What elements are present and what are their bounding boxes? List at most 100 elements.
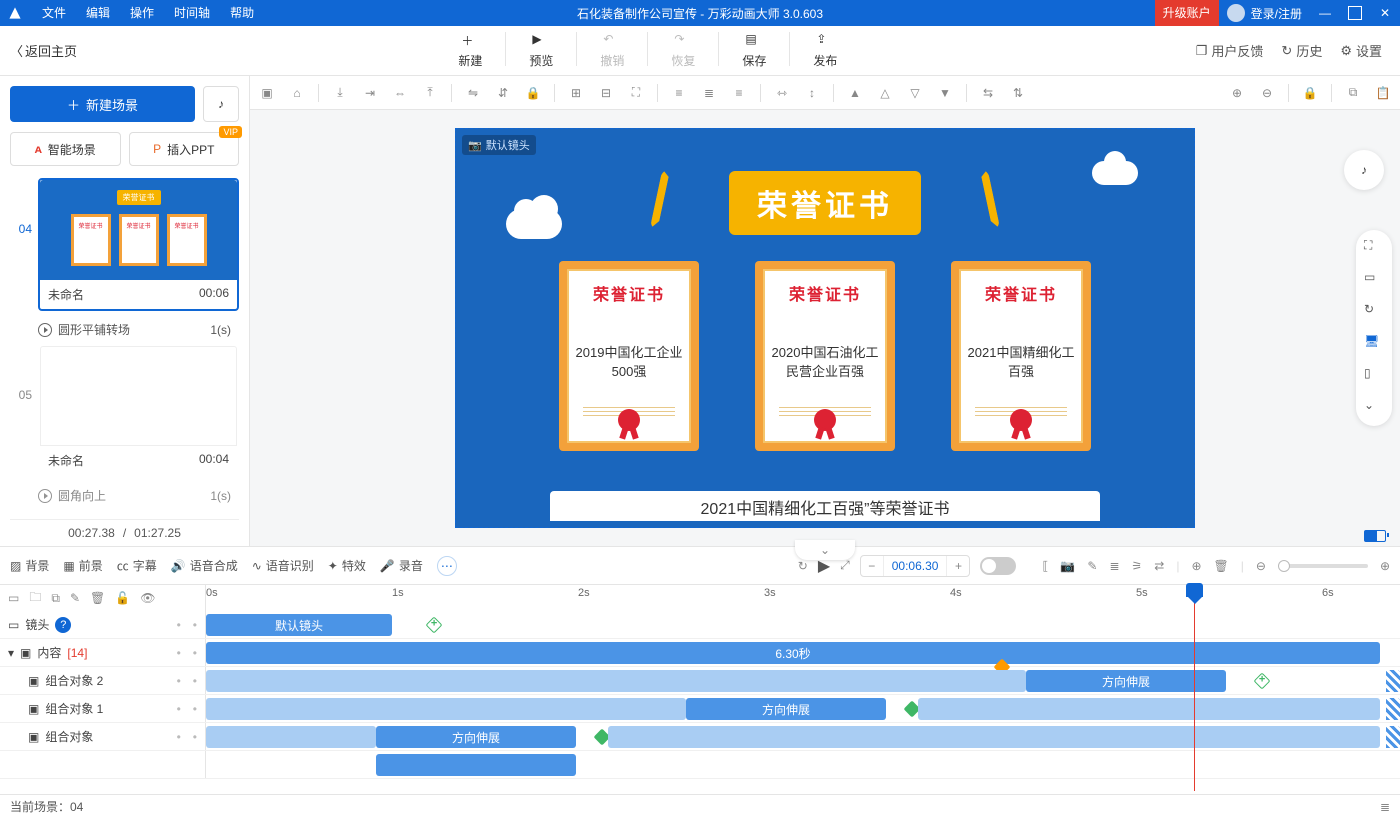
time-minus-button[interactable]: −: [861, 559, 883, 573]
home-icon[interactable]: ⌂: [288, 84, 306, 102]
certificates-group[interactable]: 荣誉证书2019中国化工企业500强 荣誉证书2020中国石油化工民营企业百强 …: [456, 261, 1194, 451]
scene-list[interactable]: 04 荣誉证书 荣誉证书 荣誉证书 荣誉证书 未命名00:06 圆形平铺转场: [10, 178, 239, 519]
delete-track-icon[interactable]: 🗑: [90, 591, 105, 605]
menu-action[interactable]: 操作: [120, 0, 164, 26]
add-track-icon[interactable]: ▭: [8, 591, 19, 605]
zoom-slider[interactable]: [1278, 564, 1368, 568]
text-left-icon[interactable]: ≡: [670, 84, 688, 102]
effect-clip[interactable]: [376, 754, 576, 776]
align-hcenter-icon[interactable]: ⇔: [391, 84, 409, 102]
content-clip[interactable]: 6.30秒: [206, 642, 1380, 664]
clip-end[interactable]: [1386, 670, 1400, 692]
maximize-button[interactable]: [1340, 0, 1370, 26]
login-register-button[interactable]: 登录/注册: [1219, 4, 1310, 22]
record-tool-button[interactable]: 🎤录音: [380, 557, 423, 574]
caption-text[interactable]: 2021中国精细化工百强”等荣誉证书: [550, 491, 1100, 521]
clip-post[interactable]: [918, 698, 1380, 720]
clip-pre[interactable]: [206, 670, 1026, 692]
align-top-icon[interactable]: ⤒: [421, 84, 439, 102]
mobile-view-icon[interactable]: ▯: [1364, 366, 1384, 386]
filter-icon[interactable]: ⚞: [1132, 559, 1143, 573]
bring-forward-icon[interactable]: △: [876, 84, 894, 102]
certificate-1[interactable]: 荣誉证书2019中国化工企业500强: [559, 261, 699, 451]
rotate-icon[interactable]: ↻: [1364, 302, 1384, 322]
edit-track-icon[interactable]: ✎: [70, 591, 80, 605]
keyframe-add[interactable]: [426, 617, 443, 634]
lock-icon[interactable]: 🔒: [524, 84, 542, 102]
loop-icon[interactable]: ↻: [798, 559, 808, 573]
screenshot-icon[interactable]: 📷: [1060, 559, 1075, 573]
publish-button[interactable]: ⇪发布: [790, 32, 860, 69]
object-track-partial[interactable]: [0, 751, 1400, 779]
lock-view-icon[interactable]: 🔒: [1301, 84, 1319, 102]
effect-clip[interactable]: 方向伸展: [686, 698, 886, 720]
bring-front-icon[interactable]: ▲: [846, 84, 864, 102]
crop-icon[interactable]: ▣: [258, 84, 276, 102]
upgrade-account-button[interactable]: 升级账户: [1155, 0, 1219, 26]
effect-tool-button[interactable]: ✦特效: [328, 557, 366, 574]
trash-icon[interactable]: 🗑: [1214, 559, 1229, 573]
object-track-2[interactable]: ▣组合对象 2•• 方向伸展: [0, 667, 1400, 695]
keyframe-add[interactable]: [1254, 673, 1271, 690]
group-icon[interactable]: ⊞: [567, 84, 585, 102]
send-back-icon[interactable]: ▼: [936, 84, 954, 102]
settings-button[interactable]: ⚙设置: [1340, 41, 1382, 60]
clip-post[interactable]: [608, 726, 1380, 748]
menu-file[interactable]: 文件: [32, 0, 76, 26]
scene-thumbnail[interactable]: 荣誉证书 荣誉证书 荣誉证书 荣誉证书: [40, 180, 237, 280]
chevron-down-icon[interactable]: ⌄: [1364, 398, 1384, 418]
send-backward-icon[interactable]: ▽: [906, 84, 924, 102]
transition-row-05[interactable]: 圆角向上 1(s): [10, 483, 239, 510]
playhead[interactable]: [1194, 585, 1195, 791]
menu-timeline[interactable]: 时间轴: [164, 0, 220, 26]
time-input[interactable]: − 00:06.30 +: [860, 555, 971, 577]
certificate-2[interactable]: 荣誉证书2020中国石油化工民营企业百强: [755, 261, 895, 451]
eye-icon[interactable]: 👁: [140, 591, 155, 605]
copy-track-icon[interactable]: ⧉: [51, 591, 60, 606]
fit-icon[interactable]: ▭: [1364, 270, 1384, 290]
zoom-in-tl-icon[interactable]: ⊕: [1380, 559, 1390, 573]
preview-button[interactable]: ▶预览: [506, 32, 576, 69]
spacing-h-icon[interactable]: ⇆: [979, 84, 997, 102]
add-marker-icon[interactable]: ⊕: [1191, 559, 1201, 573]
marker-in-icon[interactable]: ⟦: [1042, 559, 1048, 573]
help-icon[interactable]: ?: [55, 617, 71, 633]
camera-track[interactable]: ▭镜头?•• 默认镜头: [0, 611, 1400, 639]
zoom-in-icon[interactable]: ⊕: [1228, 84, 1246, 102]
align-bottom-icon[interactable]: ⤓: [331, 84, 349, 102]
effect-clip[interactable]: 方向伸展: [1026, 670, 1226, 692]
insert-ppt-button[interactable]: P插入PPTVIP: [129, 132, 240, 166]
effect-clip[interactable]: 方向伸展: [376, 726, 576, 748]
clip-end[interactable]: [1386, 726, 1400, 748]
new-button[interactable]: ＋新建: [435, 32, 505, 69]
close-button[interactable]: ✕: [1370, 0, 1400, 26]
fullscreen-icon[interactable]: ⛶: [1364, 238, 1384, 258]
menu-help[interactable]: 帮助: [220, 0, 264, 26]
chevron-down-icon[interactable]: ▾: [8, 646, 14, 660]
edit-icon[interactable]: ✎: [1087, 559, 1097, 573]
fg-tool-button[interactable]: ▦前景: [63, 557, 102, 574]
menu-edit[interactable]: 编辑: [76, 0, 120, 26]
save-button[interactable]: ▤保存: [719, 32, 789, 69]
copy-icon[interactable]: ⧉: [1344, 84, 1362, 102]
back-home-button[interactable]: 〈 返回主页: [0, 41, 100, 60]
zoom-out-tl-icon[interactable]: ⊖: [1256, 559, 1266, 573]
certificate-3[interactable]: 荣誉证书2021中国精细化工百强: [951, 261, 1091, 451]
flip-v-icon[interactable]: ⇵: [494, 84, 512, 102]
asr-tool-button[interactable]: ∿语音识别: [252, 557, 314, 574]
link-icon[interactable]: ⇄: [1154, 559, 1164, 573]
flip-h-icon[interactable]: ⇋: [464, 84, 482, 102]
minimize-button[interactable]: —: [1310, 0, 1340, 26]
transition-row-04[interactable]: 圆形平铺转场 1(s): [10, 317, 239, 344]
lock-track-icon[interactable]: 🔓: [115, 591, 130, 605]
align-right-icon[interactable]: ⇥: [361, 84, 379, 102]
text-center-icon[interactable]: ≣: [700, 84, 718, 102]
dist-v-icon[interactable]: ↕: [803, 84, 821, 102]
ungroup-icon[interactable]: ⊟: [597, 84, 615, 102]
collapse-stage-button[interactable]: ⌄: [795, 540, 855, 560]
smart-scene-button[interactable]: ᴀ智能场景: [10, 132, 121, 166]
expand-icon[interactable]: ⤢: [840, 558, 850, 573]
object-track-1[interactable]: ▣组合对象 1•• 方向伸展: [0, 695, 1400, 723]
bgm-button[interactable]: ♪: [203, 86, 239, 122]
dist-h-icon[interactable]: ⇿: [773, 84, 791, 102]
